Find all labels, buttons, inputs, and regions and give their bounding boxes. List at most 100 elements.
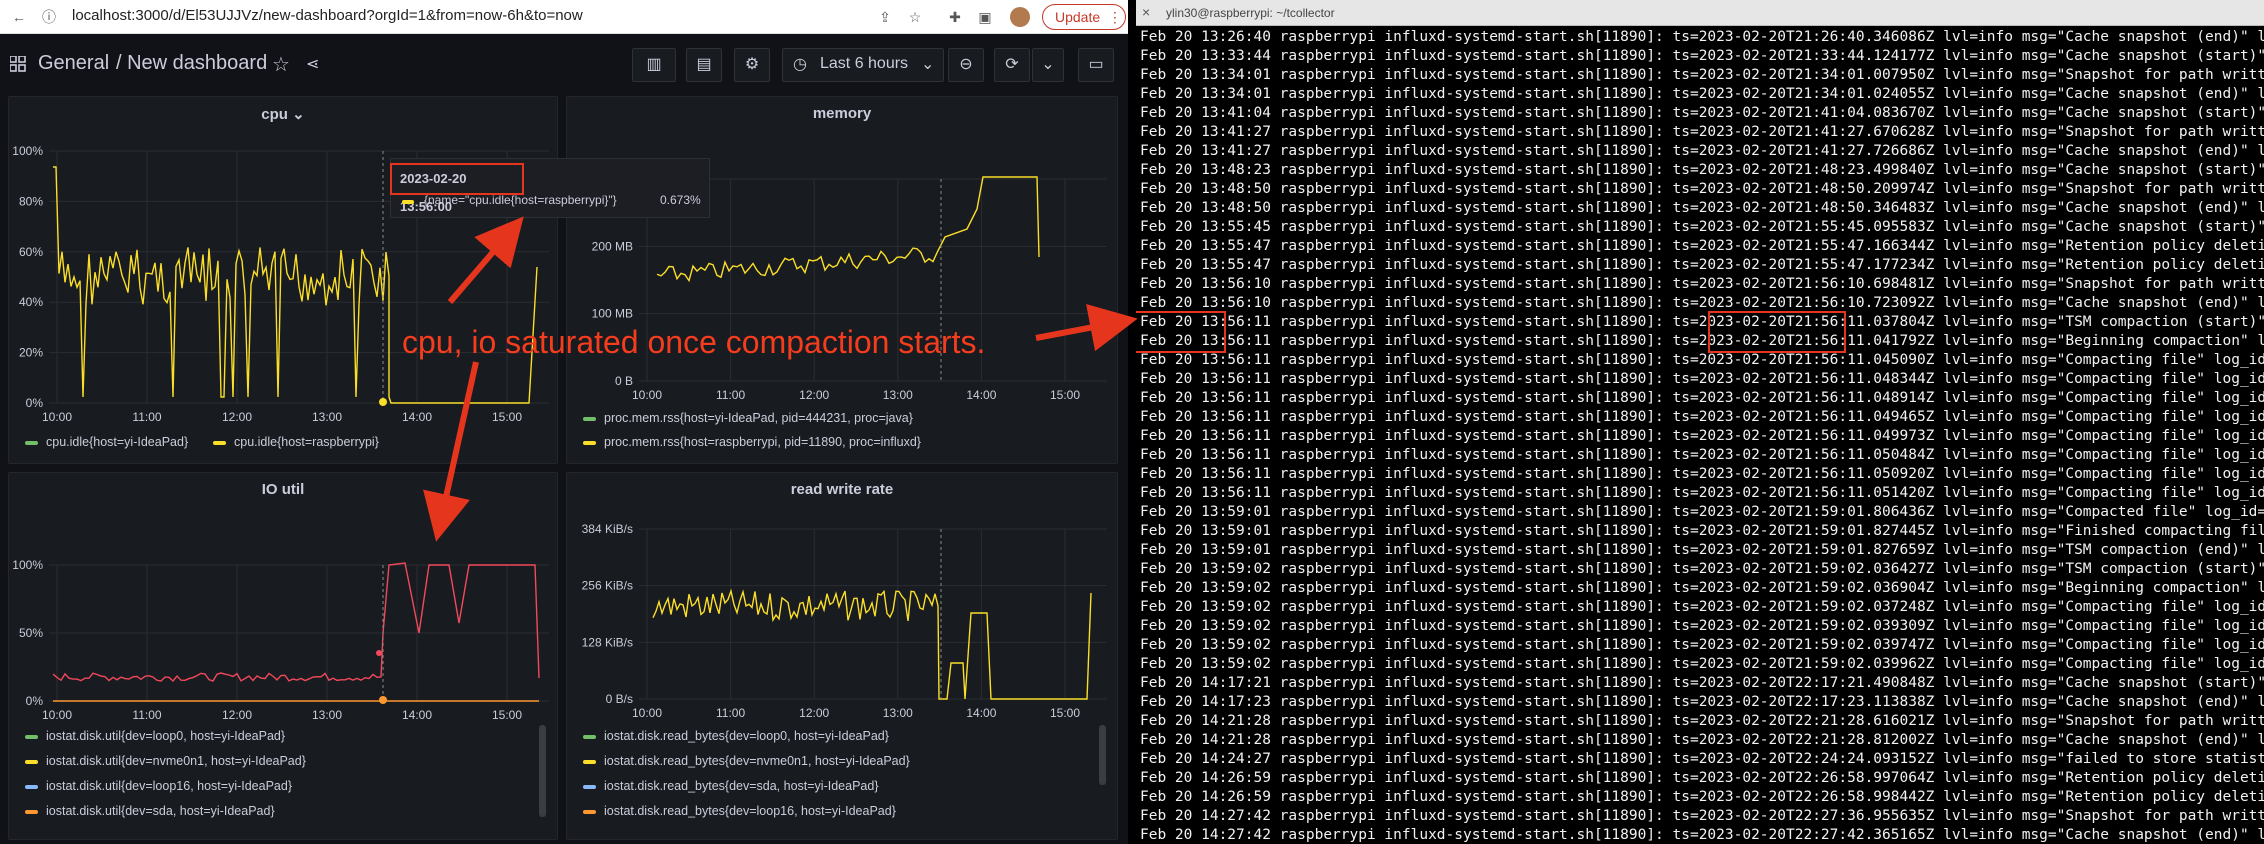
log-line: Feb 20 13:56:11 raspberrypi influxd-syst… xyxy=(1140,409,2264,425)
refresh-icon[interactable]: ⟳ xyxy=(994,48,1030,82)
y-tick-label: 100% xyxy=(12,144,43,158)
series-line-nvme0n1 xyxy=(652,588,1092,700)
clock-icon: ◷ xyxy=(793,56,807,73)
legend-scrollbar[interactable] xyxy=(1099,725,1106,785)
legend-item[interactable]: iostat.disk.read_bytes{dev=nvme0n1, host… xyxy=(583,754,910,768)
x-tick-label: 13:00 xyxy=(883,706,913,720)
refresh-interval-chevron-icon[interactable]: ⌄ xyxy=(1032,48,1064,82)
y-tick-label: 128 KiB/s xyxy=(582,635,633,649)
legend-item[interactable]: iostat.disk.util{dev=loop16, host=yi-Ide… xyxy=(25,779,292,793)
y-tick-label: 20% xyxy=(19,346,43,360)
legend-item[interactable]: iostat.disk.read_bytes{dev=sda, host=yi-… xyxy=(583,779,879,793)
legend-item[interactable]: iostat.disk.util{dev=sda, host=yi-IdeaPa… xyxy=(25,804,275,818)
save-dashboard-icon[interactable]: ▤ xyxy=(686,48,722,82)
x-tick-label: 14:00 xyxy=(966,388,996,402)
x-tick-label: 12:00 xyxy=(799,706,829,720)
chevron-down-icon: ⌄ xyxy=(921,56,935,73)
legend-item[interactable]: iostat.disk.util{dev=loop0, host=yi-Idea… xyxy=(25,729,285,743)
apps-grid-icon[interactable] xyxy=(10,56,26,72)
highlight-timestamp xyxy=(1136,311,1226,353)
panel-read-write-rate[interactable]: read write rate 384 KiB/s 256 KiB/s 128 Ki… xyxy=(566,472,1118,840)
log-line: Feb 20 13:41:04 raspberrypi influxd-syst… xyxy=(1140,105,2264,121)
time-range-label: Last 6 hours xyxy=(820,55,909,72)
log-line: Feb 20 13:59:02 raspberrypi influxd-syst… xyxy=(1140,637,2264,653)
zoom-out-icon[interactable]: ⊖ xyxy=(948,48,984,82)
x-tick-label: 13:00 xyxy=(312,708,342,722)
x-tick-label: 13:00 xyxy=(883,388,913,402)
cpu-chart[interactable]: 100% 80% 60% 40% 20% 0%10:00 11:00 12:00 13:00 14… xyxy=(9,97,559,465)
tooltip-time: 2023-02-20 13:56:00 xyxy=(390,163,524,214)
y-tick-label: 80% xyxy=(19,194,43,208)
tv-mode-icon[interactable]: ▭ xyxy=(1078,48,1114,82)
cursor-point xyxy=(379,398,387,406)
log-line: Feb 20 14:26:59 raspberrypi influxd-syst… xyxy=(1140,770,2264,786)
extensions-icon[interactable]: ✚ xyxy=(946,8,964,26)
legend-item[interactable]: cpu.idle{host=yi-IdeaPad} xyxy=(25,435,188,449)
legend-item[interactable]: iostat.disk.util{dev=nvme0n1, host=yi-Id… xyxy=(25,754,306,768)
back-icon[interactable]: ← xyxy=(10,8,28,26)
x-tick-label: 12:00 xyxy=(222,410,252,424)
log-line: Feb 20 13:56:11 raspberrypi influxd-syst… xyxy=(1140,390,2264,406)
log-line: Feb 20 13:55:45 raspberrypi influxd-syst… xyxy=(1140,219,2264,235)
share-icon[interactable]: ⋖ xyxy=(306,54,319,74)
x-tick-label: 11:00 xyxy=(132,410,161,424)
screen: ← ⓘ localhost:3000/d/El53UJJVz/new-dashb… xyxy=(0,0,2264,844)
bookmark-star-icon[interactable]: ☆ xyxy=(906,8,924,26)
log-line: Feb 20 13:41:27 raspberrypi influxd-syst… xyxy=(1140,124,2264,140)
panel-io-util[interactable]: IO util 100% 50% 0% 10:00 11:00 12:00 13:00 14:… xyxy=(8,472,558,840)
x-tick-label: 11:00 xyxy=(716,706,745,720)
series-line-sda xyxy=(52,562,540,682)
y-tick-label: 200 MB xyxy=(592,239,633,253)
share-page-icon[interactable]: ⇪ xyxy=(876,8,894,26)
log-line: Feb 20 14:17:23 raspberrypi influxd-syst… xyxy=(1140,694,2264,710)
breadcrumb-dashboard[interactable]: / New dashboard xyxy=(116,52,267,75)
favorite-star-icon[interactable]: ☆ xyxy=(272,52,290,77)
x-tick-label: 10:00 xyxy=(42,708,72,722)
y-tick-label: 384 KiB/s xyxy=(582,522,633,536)
legend-scrollbar[interactable] xyxy=(539,725,546,817)
log-line: Feb 20 13:56:11 raspberrypi influxd-syst… xyxy=(1140,333,2264,349)
log-line: Feb 20 13:56:10 raspberrypi influxd-syst… xyxy=(1140,276,2264,292)
cursor-point xyxy=(376,650,382,656)
log-line: Feb 20 13:59:02 raspberrypi influxd-syst… xyxy=(1140,618,2264,634)
log-line: Feb 20 14:21:28 raspberrypi influxd-syst… xyxy=(1140,732,2264,748)
y-tick-label: 0% xyxy=(26,396,44,410)
legend-item[interactable]: proc.mem.rss{host=yi-IdeaPad, pid=444231… xyxy=(583,411,913,425)
terminal-titlebar: × ylin30@raspberrypi: ~/tcollector xyxy=(1136,0,2264,26)
sidebar-icon[interactable]: ▣ xyxy=(976,8,994,26)
tooltip-value: 0.673% xyxy=(660,193,701,207)
settings-gear-icon[interactable]: ⚙ xyxy=(734,48,770,82)
y-tick-label: 40% xyxy=(19,295,43,309)
x-tick-label: 15:00 xyxy=(492,410,522,424)
memory-chart[interactable]: 200 MB 100 MB 0 B10:00 11:00 12:00 13:00 14:00… xyxy=(567,97,1119,465)
panel-memory[interactable]: memory 200 MB 100 MB 0 B 10:00 11:00 12:00 13:… xyxy=(566,96,1118,464)
update-button[interactable]: Update ⋮ xyxy=(1042,4,1126,30)
y-tick-label: 50% xyxy=(19,626,43,640)
log-line: Feb 20 13:59:01 raspberrypi influxd-syst… xyxy=(1140,504,2264,520)
info-icon[interactable]: ⓘ xyxy=(40,8,58,26)
address-bar[interactable]: localhost:3000/d/El53UJJVz/new-dashboard… xyxy=(72,7,583,24)
log-line: Feb 20 13:33:44 raspberrypi influxd-syst… xyxy=(1140,48,2264,64)
x-tick-label: 10:00 xyxy=(632,388,662,402)
legend-item[interactable]: iostat.disk.read_bytes{dev=loop0, host=y… xyxy=(583,729,889,743)
log-line: Feb 20 13:56:10 raspberrypi influxd-syst… xyxy=(1140,295,2264,311)
log-line: Feb 20 14:26:59 raspberrypi influxd-syst… xyxy=(1140,789,2264,805)
profile-avatar[interactable] xyxy=(1010,7,1030,27)
terminal-window[interactable]: × ylin30@raspberrypi: ~/tcollector Feb 2… xyxy=(1136,0,2264,844)
log-line: Feb 20 13:26:40 raspberrypi influxd-syst… xyxy=(1140,29,2264,45)
log-line: Feb 20 13:56:11 raspberrypi influxd-syst… xyxy=(1140,314,2264,330)
x-tick-label: 11:00 xyxy=(132,708,161,722)
breadcrumb-folder[interactable]: General xyxy=(38,52,109,75)
log-line: Feb 20 13:48:50 raspberrypi influxd-syst… xyxy=(1140,181,2264,197)
legend-item[interactable]: proc.mem.rss{host=raspberrypi, pid=11890… xyxy=(583,435,921,449)
log-line: Feb 20 13:59:01 raspberrypi influxd-syst… xyxy=(1140,523,2264,539)
add-panel-button[interactable]: ▥ xyxy=(632,48,676,82)
x-tick-label: 12:00 xyxy=(799,388,829,402)
legend-item[interactable]: iostat.disk.read_bytes{dev=loop16, host=… xyxy=(583,804,896,818)
log-line: Feb 20 13:59:01 raspberrypi influxd-syst… xyxy=(1140,542,2264,558)
close-icon[interactable]: × xyxy=(1142,4,1150,20)
panel-cpu[interactable]: cpu ⌄ 100% 80% 60% 40% 20% 0% 10:00 11:00 12:00 1… xyxy=(8,96,558,464)
tooltip-series: {name="cpu.idle{host=raspberrypi}"} xyxy=(424,193,617,207)
log-line: Feb 20 13:55:47 raspberrypi influxd-syst… xyxy=(1140,238,2264,254)
legend-item[interactable]: cpu.idle{host=raspberrypi} xyxy=(213,435,379,449)
